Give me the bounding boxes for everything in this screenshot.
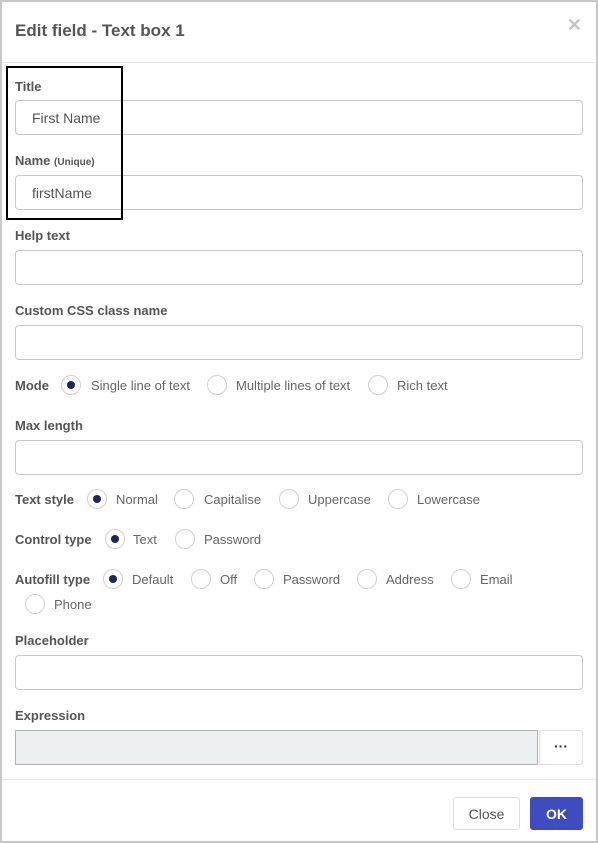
css-class-input[interactable] <box>15 325 583 360</box>
title-input[interactable] <box>15 100 583 135</box>
text-style-capitalise-radio[interactable] <box>174 489 194 509</box>
text-style-uppercase-radio[interactable] <box>279 489 299 509</box>
autofill-address-label[interactable]: Address <box>386 572 434 587</box>
mode-rich-text-radio[interactable] <box>368 375 388 395</box>
name-label-text: Name <box>15 153 51 168</box>
autofill-type-label: Autofill type <box>15 572 91 587</box>
mode-multiple-lines-radio[interactable] <box>207 375 227 395</box>
expression-input[interactable] <box>15 730 538 765</box>
autofill-password-label[interactable]: Password <box>283 572 340 587</box>
autofill-default-radio[interactable] <box>103 569 123 589</box>
text-style-normal-label[interactable]: Normal <box>116 492 158 507</box>
autofill-email-label[interactable]: Email <box>480 572 513 587</box>
ok-button[interactable]: OK <box>530 797 583 830</box>
autofill-phone-label[interactable]: Phone <box>54 597 92 612</box>
dialog-header: Edit field - Text box 1 ✕ <box>2 2 596 63</box>
css-class-label: Custom CSS class name <box>15 303 168 318</box>
dialog-footer: Close OK <box>2 779 596 842</box>
autofill-password-radio[interactable] <box>254 569 274 589</box>
mode-rich-text-label[interactable]: Rich text <box>397 378 448 393</box>
placeholder-label: Placeholder <box>15 633 89 648</box>
mode-single-line-radio[interactable] <box>61 375 81 395</box>
control-type-password-radio[interactable] <box>175 529 195 549</box>
autofill-off-radio[interactable] <box>191 569 211 589</box>
help-text-label: Help text <box>15 228 70 243</box>
expression-label: Expression <box>15 708 86 723</box>
autofill-default-label[interactable]: Default <box>132 572 173 587</box>
placeholder-input[interactable] <box>15 655 583 690</box>
title-label: Title <box>15 79 42 94</box>
text-style-capitalise-label[interactable]: Capitalise <box>204 492 261 507</box>
help-text-input[interactable] <box>15 250 583 285</box>
autofill-address-radio[interactable] <box>357 569 377 589</box>
autofill-phone-radio[interactable] <box>25 594 45 614</box>
expression-editor-button[interactable]: ··· <box>539 730 583 765</box>
control-type-label: Control type <box>15 532 92 547</box>
dialog-title: Edit field - Text box 1 <box>15 21 185 40</box>
text-style-lowercase-label[interactable]: Lowercase <box>417 492 480 507</box>
name-label-note: (Unique) <box>54 157 95 168</box>
autofill-type-radio-group: Autofill type Default Off Password Addre… <box>15 569 585 619</box>
close-button[interactable]: Close <box>453 797 520 830</box>
name-label: Name (Unique) <box>15 153 95 168</box>
close-icon[interactable]: ✕ <box>567 16 582 34</box>
control-type-text-label[interactable]: Text <box>133 532 157 547</box>
mode-multiple-lines-label[interactable]: Multiple lines of text <box>236 378 350 393</box>
control-type-text-radio[interactable] <box>105 529 125 549</box>
edit-field-dialog: Edit field - Text box 1 ✕ Title Name (Un… <box>2 2 596 841</box>
max-length-input[interactable] <box>15 440 583 475</box>
name-input[interactable] <box>15 175 583 210</box>
text-style-normal-radio[interactable] <box>87 489 107 509</box>
text-style-uppercase-label[interactable]: Uppercase <box>308 492 371 507</box>
control-type-password-label[interactable]: Password <box>204 532 261 547</box>
autofill-email-radio[interactable] <box>451 569 471 589</box>
text-style-label: Text style <box>15 492 75 507</box>
max-length-label: Max length <box>15 418 83 433</box>
mode-label: Mode <box>15 378 49 393</box>
text-style-lowercase-radio[interactable] <box>388 489 408 509</box>
autofill-off-label[interactable]: Off <box>220 572 237 587</box>
mode-single-line-label[interactable]: Single line of text <box>91 378 190 393</box>
